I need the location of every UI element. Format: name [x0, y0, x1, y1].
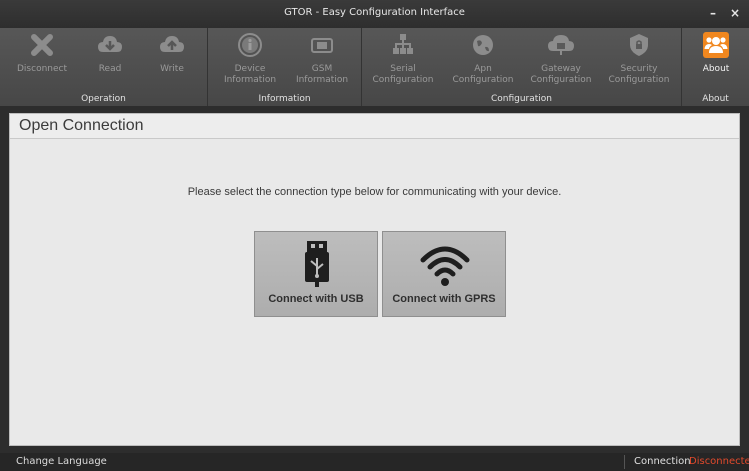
status-bar: Change Language Connection Disconnected: [0, 453, 749, 471]
connect-gprs-button[interactable]: Connect with GPRS: [382, 231, 506, 317]
users-icon: [703, 32, 729, 58]
minimize-button[interactable]: –: [703, 3, 723, 23]
gsm-info-label-2: Information: [295, 75, 349, 85]
info-icon: [238, 33, 262, 57]
status-divider: [624, 455, 625, 469]
write-label: Write: [160, 64, 184, 74]
connect-usb-button[interactable]: Connect with USB: [254, 231, 378, 317]
about-label: About: [702, 64, 730, 74]
window-title: GTOR - Easy Configuration Interface: [284, 7, 465, 18]
network-tree-icon: [393, 34, 413, 54]
title-bar: GTOR - Easy Configuration Interface – ×: [0, 0, 749, 28]
operation-group-label: Operation: [81, 94, 126, 104]
gsm-information-button[interactable]: GSM Information: [292, 30, 352, 86]
security-configuration-button[interactable]: Security Configuration: [600, 30, 678, 86]
shield-lock-icon: [630, 34, 648, 56]
cloud-upload-icon: [160, 36, 184, 52]
usb-icon: [305, 241, 329, 287]
about-group-label: About: [702, 94, 729, 104]
device-information-button[interactable]: Device Information: [220, 30, 280, 86]
serial-configuration-button[interactable]: Serial Configuration: [366, 30, 440, 86]
write-button[interactable]: Write: [150, 30, 194, 75]
connection-label: Connection: [634, 456, 691, 467]
connection-status: Disconnected: [689, 456, 749, 467]
gateway-configuration-button[interactable]: Gateway Configuration: [516, 30, 606, 86]
device-info-label-1: Device: [234, 64, 266, 74]
serial-config-label-1: Serial: [390, 64, 416, 74]
device-info-label-2: Information: [223, 75, 277, 85]
configuration-group-label: Configuration: [490, 94, 553, 104]
globe-icon: [473, 35, 493, 55]
connect-usb-label: Connect with USB: [268, 293, 364, 305]
wifi-icon: [420, 246, 470, 286]
information-group: Device Information GSM Information Infor…: [208, 28, 362, 106]
about-button[interactable]: About: [693, 30, 739, 75]
about-group: About About: [682, 28, 749, 106]
cloud-download-icon: [98, 36, 122, 52]
connection-prompt: Please select the connection type below …: [187, 186, 562, 198]
serial-config-label-2: Configuration: [372, 75, 434, 85]
apn-config-label-2: Configuration: [452, 75, 514, 85]
open-connection-panel: Open Connection Please select the connec…: [9, 113, 740, 446]
sim-card-icon: [311, 38, 333, 53]
ribbon-toolbar: Disconnect Read Write Operation Device I…: [0, 28, 749, 106]
security-config-label-2: Configuration: [608, 75, 670, 85]
gateway-config-label-1: Gateway: [541, 64, 581, 74]
security-config-label-1: Security: [620, 64, 658, 74]
apn-config-label-1: Apn: [474, 64, 492, 74]
disconnect-button[interactable]: Disconnect: [14, 30, 70, 75]
gsm-info-label-1: GSM: [311, 64, 333, 74]
operation-group: Disconnect Read Write Operation: [0, 28, 208, 106]
connect-gprs-label: Connect with GPRS: [392, 293, 496, 305]
configuration-group: Serial Configuration Apn Configuration G…: [362, 28, 682, 106]
gateway-cloud-icon: [548, 35, 574, 55]
change-language-button[interactable]: Change Language: [16, 456, 107, 467]
read-button[interactable]: Read: [88, 30, 132, 75]
close-button[interactable]: ×: [725, 3, 745, 23]
disconnect-label: Disconnect: [17, 64, 67, 74]
read-label: Read: [98, 64, 122, 74]
panel-title: Open Connection: [10, 114, 739, 139]
information-group-label: Information: [258, 94, 311, 104]
disconnect-icon: [31, 34, 53, 56]
apn-configuration-button[interactable]: Apn Configuration: [446, 30, 520, 86]
gateway-config-label-2: Configuration: [530, 75, 592, 85]
